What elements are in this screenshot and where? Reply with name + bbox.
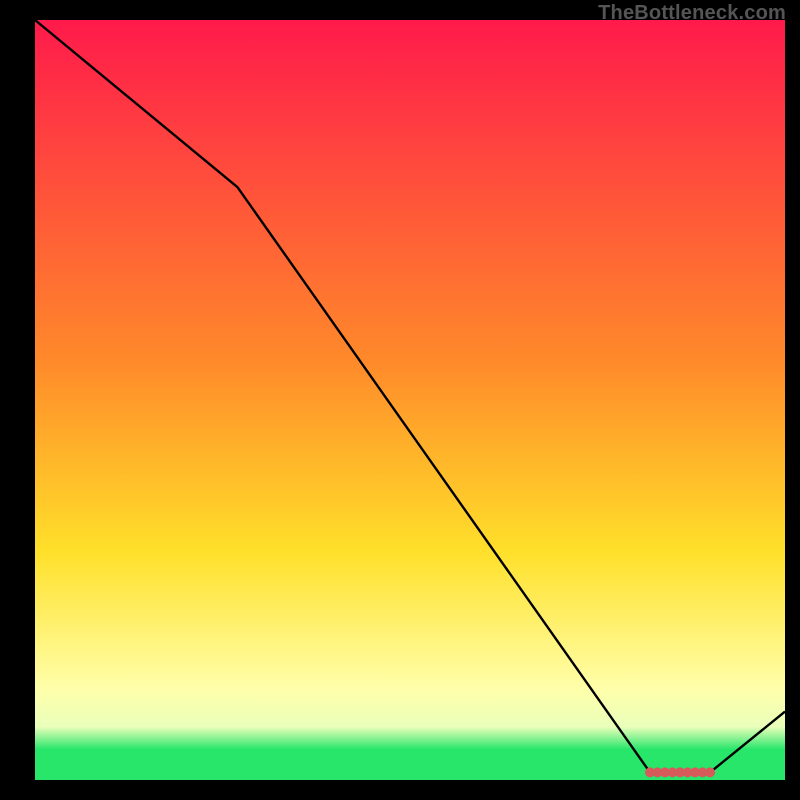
gradient-background	[35, 20, 785, 780]
optimal-marker	[705, 767, 715, 777]
bottleneck-chart	[35, 20, 785, 780]
plot-area	[35, 20, 785, 780]
optimal-range-markers	[645, 767, 715, 777]
chart-frame: TheBottleneck.com	[0, 0, 800, 800]
